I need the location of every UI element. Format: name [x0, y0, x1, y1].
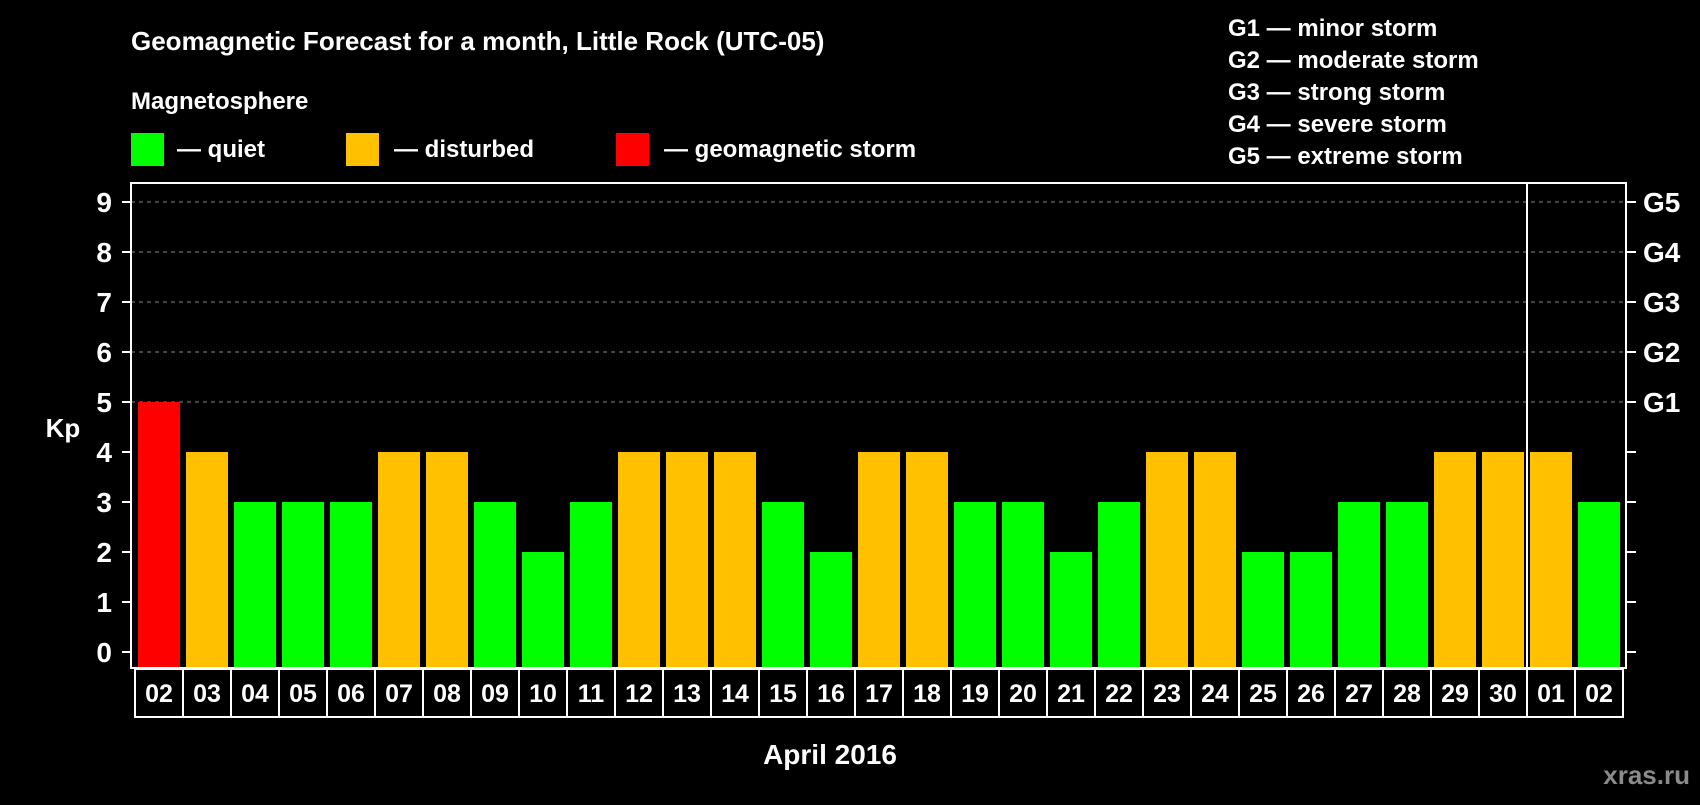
legend-swatch — [346, 133, 379, 166]
chart-subtitle: Magnetosphere — [131, 88, 308, 115]
bar-15 — [762, 502, 804, 668]
bar-21 — [1050, 552, 1092, 668]
x-tick-label: 15 — [769, 680, 797, 708]
bar-19 — [954, 502, 996, 668]
storm-scale-item: G4 — severe storm — [1228, 111, 1447, 138]
bar-11 — [570, 502, 612, 668]
x-tick-label: 07 — [385, 680, 413, 708]
x-tick-label: 17 — [865, 680, 893, 708]
storm-scale-item: G2 — moderate storm — [1228, 47, 1479, 74]
x-tick-label: 18 — [913, 680, 941, 708]
bar-02 — [1578, 502, 1620, 668]
x-tick-label: 26 — [1297, 680, 1325, 708]
y-tick-label: 2 — [96, 537, 112, 568]
legend-label: — quiet — [177, 136, 265, 163]
storm-scale-item: G1 — minor storm — [1228, 15, 1437, 42]
bar-09 — [474, 502, 516, 668]
y-tick-label: 9 — [96, 187, 112, 218]
y-tick-label: 4 — [96, 437, 112, 468]
bar-13 — [666, 452, 708, 668]
g-scale-label: G1 — [1643, 387, 1680, 418]
x-tick-label: 02 — [1585, 680, 1613, 708]
grid-lines — [131, 201, 1626, 403]
watermark: xras.ru — [1603, 760, 1690, 790]
bar-01 — [1530, 452, 1572, 668]
legend: — quiet — disturbed — geomagnetic storm — [131, 133, 916, 166]
bar-30 — [1482, 452, 1524, 668]
x-axis-label: April 2016 — [763, 739, 897, 770]
x-tick-label: 04 — [241, 680, 269, 708]
bar-05 — [282, 502, 324, 668]
x-tick-label: 06 — [337, 680, 365, 708]
bar-29 — [1434, 452, 1476, 668]
bar-23 — [1146, 452, 1188, 668]
bar-10 — [522, 552, 564, 668]
x-tick-label: 12 — [625, 680, 653, 708]
bar-22 — [1098, 502, 1140, 668]
g-scale-label: G2 — [1643, 337, 1680, 368]
bar-02 — [138, 402, 180, 668]
bar-14 — [714, 452, 756, 668]
y-tick-label: 8 — [96, 237, 112, 268]
y-tick-label: 5 — [96, 387, 112, 418]
bar-16 — [810, 552, 852, 668]
bar-17 — [858, 452, 900, 668]
storm-scale-item: G3 — strong storm — [1228, 79, 1445, 106]
bar-27 — [1338, 502, 1380, 668]
x-tick-label: 25 — [1249, 680, 1277, 708]
x-tick-label: 30 — [1489, 680, 1517, 708]
bar-24 — [1194, 452, 1236, 668]
x-tick-label: 22 — [1105, 680, 1133, 708]
x-tick-label: 13 — [673, 680, 701, 708]
x-tick-label: 08 — [433, 680, 461, 708]
legend-swatch — [616, 133, 649, 166]
y-axis-label: Kp — [46, 413, 81, 443]
x-tick-label: 28 — [1393, 680, 1421, 708]
g-scale-label: G5 — [1643, 187, 1680, 218]
y-tick-label: 1 — [96, 587, 112, 618]
bar-03 — [186, 452, 228, 668]
bar-08 — [426, 452, 468, 668]
x-tick-label: 27 — [1345, 680, 1373, 708]
bar-12 — [618, 452, 660, 668]
bar-18 — [906, 452, 948, 668]
x-tick-label: 03 — [193, 680, 221, 708]
bar-04 — [234, 502, 276, 668]
bars — [138, 402, 1620, 668]
y-tick-label: 6 — [96, 337, 112, 368]
chart-title: Geomagnetic Forecast for a month, Little… — [131, 26, 824, 56]
x-tick-label: 19 — [961, 680, 989, 708]
y-tick-label: 3 — [96, 487, 112, 518]
storm-scale-item: G5 — extreme storm — [1228, 143, 1463, 170]
bar-20 — [1002, 502, 1044, 668]
bar-25 — [1242, 552, 1284, 668]
g-scale-label: G4 — [1643, 237, 1681, 268]
storm-scale-legend: G1 — minor storm G2 — moderate storm G3 — … — [1228, 15, 1479, 170]
x-tick-label: 01 — [1537, 680, 1565, 708]
bar-26 — [1290, 552, 1332, 668]
bar-06 — [330, 502, 372, 668]
legend-swatch — [131, 133, 164, 166]
x-tick-label: 14 — [721, 680, 749, 708]
x-tick-label: 20 — [1009, 680, 1037, 708]
x-tick-label: 23 — [1153, 680, 1181, 708]
x-tick-label: 29 — [1441, 680, 1469, 708]
x-tick-label: 21 — [1057, 680, 1085, 708]
legend-label: — geomagnetic storm — [664, 136, 916, 163]
y-tick-label: 0 — [96, 637, 112, 668]
g-scale-label: G3 — [1643, 287, 1680, 318]
x-tick-label: 10 — [529, 680, 557, 708]
x-tick-label: 11 — [578, 680, 605, 708]
legend-label: — disturbed — [394, 136, 534, 163]
x-tick-label: 24 — [1201, 680, 1229, 708]
x-tick-label: 16 — [817, 680, 845, 708]
x-tick-label: 09 — [481, 680, 509, 708]
bar-28 — [1386, 502, 1428, 668]
kp-bar-chart: Geomagnetic Forecast for a month, Little… — [46, 15, 1690, 790]
y-tick-label: 7 — [96, 287, 112, 318]
bar-07 — [378, 452, 420, 668]
x-tick-label: 05 — [289, 680, 317, 708]
x-tick-label: 02 — [145, 680, 173, 708]
